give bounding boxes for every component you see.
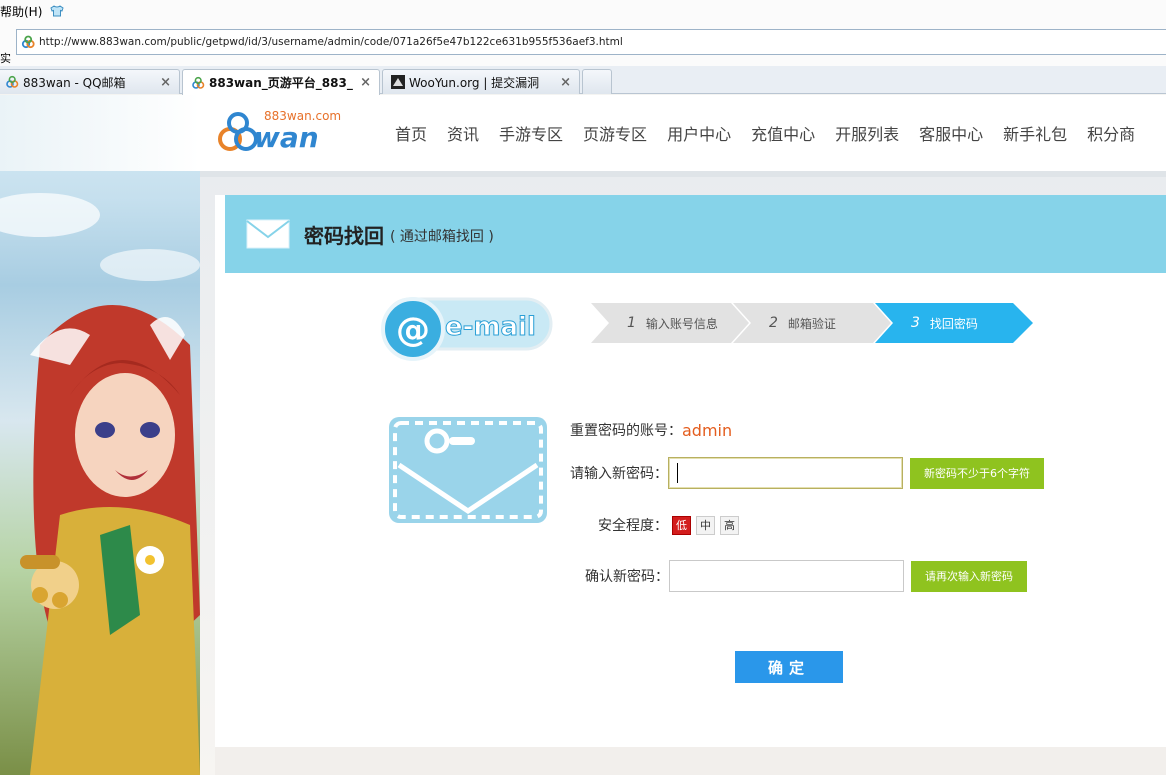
strength-high: 高 (720, 515, 739, 535)
text-caret (677, 463, 678, 483)
account-value: admin (682, 420, 733, 440)
step-label: 输入账号信息 (645, 316, 718, 331)
site-favicon-icon (192, 76, 205, 89)
site-favicon-icon (6, 75, 19, 88)
strength-medium: 中 (696, 515, 715, 535)
page-subtitle: ( 通过邮箱找回 ) (390, 228, 494, 245)
tab-title: WooYun.org | 提交漏洞 (409, 75, 540, 90)
tab-title: 883wan - QQ邮箱 (23, 75, 126, 90)
tab-title: 883wan_页游平台_883_... (209, 76, 355, 90)
step-label: 邮箱验证 (787, 316, 836, 331)
new-password-hint: 新密码不少于6个字符 (910, 457, 1044, 489)
nav-server-list[interactable]: 开服列表 (835, 121, 899, 145)
step-number: 2 (769, 315, 778, 331)
new-tab-button[interactable] (582, 69, 612, 94)
nav-news[interactable]: 资讯 (447, 121, 479, 145)
email-badge: @ e-mail (377, 293, 555, 363)
account-label: 重置密码的账号： (570, 423, 682, 439)
site-header: wan 883wan.com 首页 资讯 手游专区 页游专区 用户中心 充值中心… (0, 95, 1166, 171)
nav-recharge[interactable]: 充值中心 (751, 121, 815, 145)
browser-menubar: 帮助(H) (0, 0, 1166, 22)
logo-domain: 883wan.com (264, 109, 342, 123)
strength-low: 低 (672, 515, 691, 535)
step-3-active: 3 找回密码 (875, 303, 1035, 343)
at-sign-icon: @ (396, 310, 430, 350)
nav-web-games[interactable]: 页游专区 (583, 121, 647, 145)
nav-points-mall[interactable]: 积分商 (1087, 121, 1135, 145)
page-title: 密码找回 (304, 223, 384, 248)
close-icon[interactable]: × (160, 75, 171, 90)
nav-user-center[interactable]: 用户中心 (667, 121, 731, 145)
confirm-password-hint: 请再次输入新密码 (911, 560, 1027, 592)
menu-help[interactable]: 帮助(H) (0, 3, 42, 20)
browser-addressbar: http://www.883wan.com/public/getpwd/id/3… (0, 22, 1166, 66)
submit-button[interactable]: 确定 (735, 651, 843, 683)
panel-footer-strip (215, 747, 1166, 775)
tab-883wan[interactable]: 883wan_页游平台_883_... × (182, 69, 380, 95)
nav-support[interactable]: 客服中心 (919, 121, 983, 145)
envelope-icon (246, 219, 290, 249)
logo-wan-text: wan (254, 121, 319, 154)
account-row: 重置密码的账号： admin (570, 420, 732, 440)
toolbar-stray-label: 实 (0, 52, 11, 65)
panel-header: 密码找回 ( 通过邮箱找回 ) (225, 195, 1166, 273)
step-label: 找回密码 (929, 316, 978, 331)
confirm-password-input[interactable] (669, 560, 904, 592)
step-number: 1 (627, 315, 636, 331)
main-nav: 首页 资讯 手游专区 页游专区 用户中心 充值中心 开服列表 客服中心 新手礼包… (385, 95, 1145, 171)
header-left-fill (0, 95, 200, 171)
strength-meter: 低 中 高 (672, 515, 744, 535)
nav-home[interactable]: 首页 (395, 121, 427, 145)
site-favicon-icon (21, 35, 35, 49)
confirm-password-row: 确认新密码： 请再次输入新密码 (585, 560, 1027, 592)
mail-illustration-icon (389, 417, 547, 523)
nav-mobile-games[interactable]: 手游专区 (499, 121, 563, 145)
tab-wooyun[interactable]: WooYun.org | 提交漏洞 × (382, 69, 580, 94)
tab-qqmail[interactable]: 883wan - QQ邮箱 × (0, 69, 180, 94)
character-artwork (0, 95, 201, 775)
step-number: 3 (911, 315, 920, 331)
email-badge-text: e-mail (445, 312, 536, 342)
confirm-password-label: 确认新密码： (585, 569, 669, 585)
browser-tabbar: 883wan - QQ邮箱 × 883wan_页游平台_883_... × Wo… (0, 66, 1166, 95)
url-text: http://www.883wan.com/public/getpwd/id/3… (39, 36, 623, 48)
step-1: 1 输入账号信息 (591, 303, 751, 343)
new-password-row: 请输入新密码： 新密码不少于6个字符 (570, 457, 1044, 489)
web-page: wan 883wan.com 首页 资讯 手游专区 页游专区 用户中心 充值中心… (0, 95, 1166, 775)
new-password-label: 请输入新密码： (570, 466, 668, 482)
skin-shirt-icon[interactable] (50, 5, 64, 17)
new-password-input[interactable] (668, 457, 903, 489)
strength-row: 安全程度： 低 中 高 (598, 515, 744, 535)
site-logo[interactable]: wan 883wan.com (216, 107, 346, 157)
step-2: 2 邮箱验证 (733, 303, 893, 343)
game-character-illustration (0, 193, 201, 775)
url-field[interactable]: http://www.883wan.com/public/getpwd/id/3… (16, 29, 1166, 55)
close-icon[interactable]: × (360, 75, 371, 90)
nav-newbie-gift[interactable]: 新手礼包 (1003, 121, 1067, 145)
strength-label: 安全程度： (598, 518, 668, 534)
wooyun-favicon-icon (391, 75, 405, 89)
close-icon[interactable]: × (560, 75, 571, 90)
divider (200, 171, 1166, 177)
